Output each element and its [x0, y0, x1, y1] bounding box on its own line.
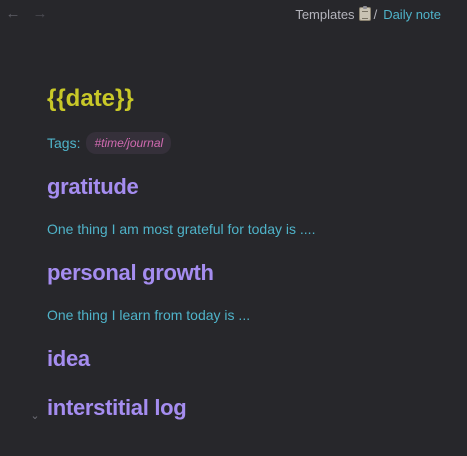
tag-pill[interactable]: #time/journal: [86, 132, 172, 154]
gratitude-text[interactable]: One thing I am most grateful for today i…: [47, 221, 315, 237]
view-header: ← → Templates / Daily note: [0, 0, 467, 28]
heading-gratitude[interactable]: gratitude: [47, 174, 139, 200]
tags-label: Tags:: [47, 135, 81, 151]
breadcrumb-current-note[interactable]: Daily note: [383, 7, 441, 22]
clipboard-icon: [358, 6, 371, 21]
personal-growth-text[interactable]: One thing I learn from today is ...: [47, 307, 250, 323]
heading-idea[interactable]: idea: [47, 346, 90, 372]
chevron-down-icon[interactable]: ⌄: [29, 410, 41, 422]
heading-interstitial-log[interactable]: interstitial log: [47, 395, 187, 421]
heading-personal-growth[interactable]: personal growth: [47, 260, 214, 286]
breadcrumb: Templates / Daily note: [295, 5, 441, 23]
breadcrumb-folder[interactable]: Templates: [295, 7, 354, 22]
arrow-right-icon[interactable]: →: [32, 6, 48, 22]
tags-row: Tags: #time/journal: [47, 132, 172, 154]
breadcrumb-separator: /: [373, 6, 378, 22]
arrow-left-icon[interactable]: ←: [5, 6, 21, 22]
note-title[interactable]: {{date}}: [47, 85, 134, 113]
editor-pane: ← → Templates / Daily note {{date}} Tags…: [0, 0, 467, 456]
